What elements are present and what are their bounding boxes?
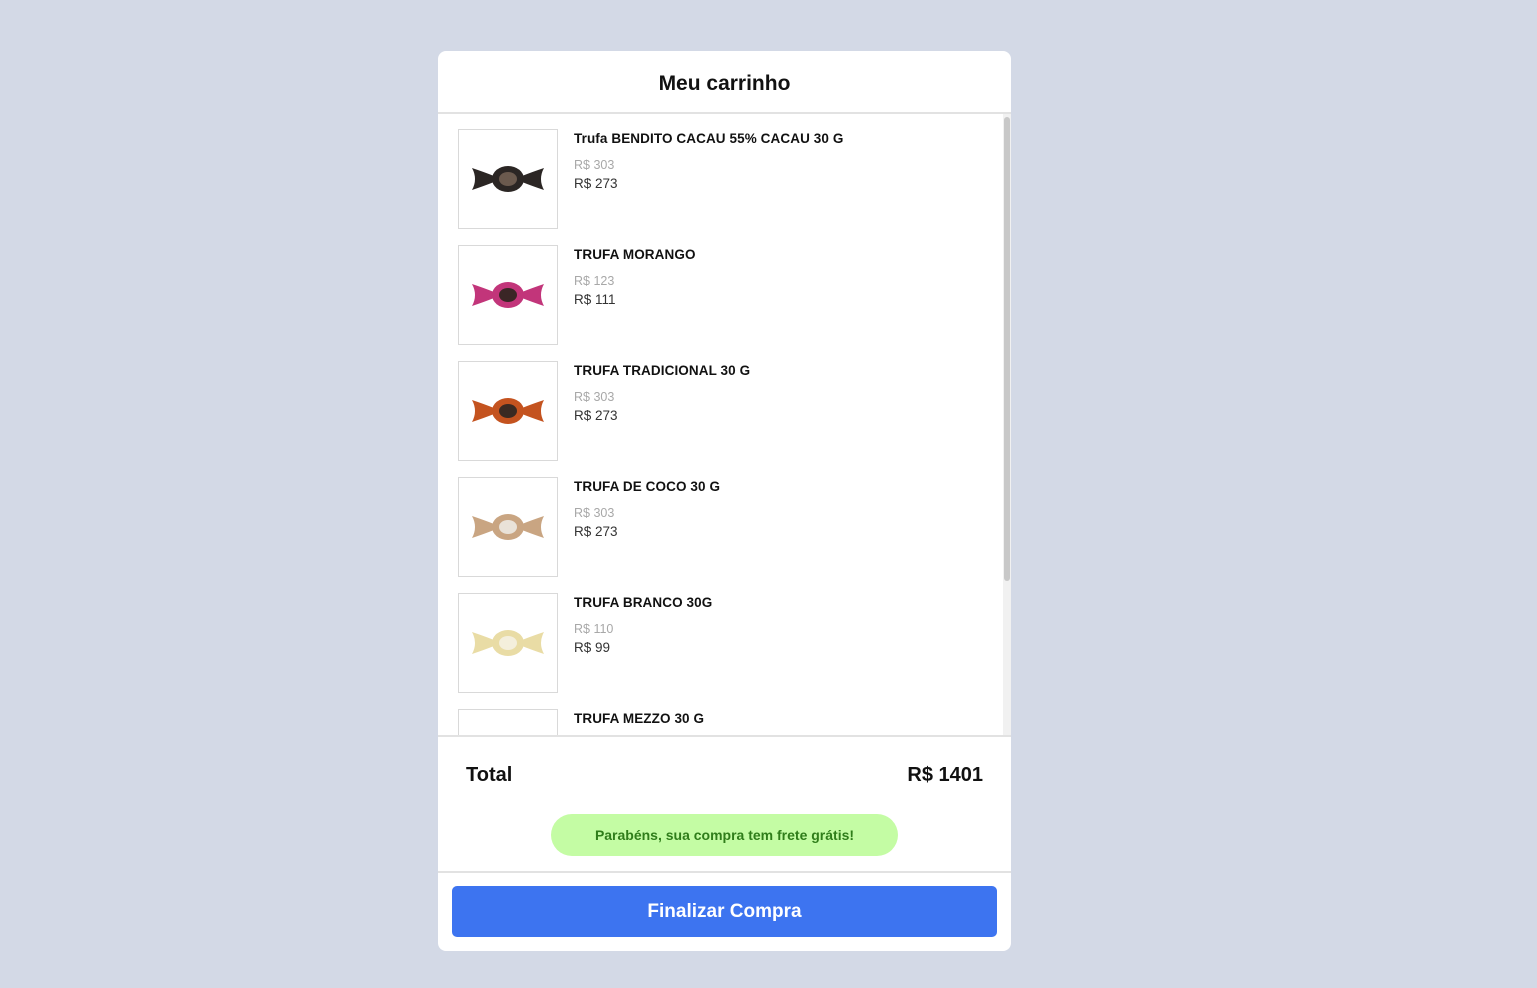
cart-panel: Meu carrinho Trufa BENDITO CACAU 55% CAC…: [438, 51, 1011, 951]
total-label: Total: [466, 764, 513, 786]
truffle-icon: [472, 514, 544, 540]
item-old-price: R$ 110: [574, 622, 614, 636]
item-name: Trufa BENDITO CACAU 55% CACAU 30 G: [574, 131, 844, 146]
item-info: TRUFA MEZZO 30 G: [574, 709, 705, 735]
item-name: TRUFA MORANGO: [574, 247, 696, 262]
item-info: TRUFA BRANCO 30G R$ 110 R$ 99: [574, 593, 712, 693]
item-price: R$ 99: [574, 640, 611, 655]
scrollbar-thumb[interactable]: [1004, 117, 1010, 581]
cart-item-list[interactable]: Trufa BENDITO CACAU 55% CACAU 30 G R$ 303…: [438, 114, 1011, 737]
cart-item: TRUFA BRANCO 30G R$ 110 R$ 99: [458, 593, 991, 693]
truffle-icon: [472, 398, 544, 424]
cart-item: TRUFA MEZZO 30 G: [458, 709, 991, 735]
item-name: TRUFA BRANCO 30G: [574, 595, 713, 610]
product-image: [458, 245, 558, 345]
truffle-icon: [472, 282, 544, 308]
cart-item: TRUFA MORANGO R$ 123 R$ 111: [458, 245, 991, 345]
item-info: TRUFA MORANGO R$ 123 R$ 111: [574, 245, 696, 345]
item-old-price: R$ 123: [574, 274, 615, 288]
checkout-button[interactable]: Finalizar Compra: [452, 886, 997, 937]
totals-section: Total R$ 1401 Parabéns, sua compra tem f…: [438, 737, 1011, 873]
truffle-icon: [472, 166, 544, 192]
cart-title: Meu carrinho: [658, 71, 791, 95]
product-image: [458, 593, 558, 693]
item-price: R$ 273: [574, 176, 618, 191]
scrollbar[interactable]: [1003, 114, 1011, 735]
item-old-price: R$ 303: [574, 390, 615, 404]
item-name: TRUFA TRADICIONAL 30 G: [574, 363, 751, 378]
item-info: TRUFA TRADICIONAL 30 G R$ 303 R$ 273: [574, 361, 750, 461]
item-price: R$ 111: [574, 292, 616, 307]
checkout-area: Finalizar Compra: [438, 873, 1011, 950]
item-old-price: R$ 303: [574, 506, 615, 520]
cart-item: TRUFA DE COCO 30 G R$ 303 R$ 273: [458, 477, 991, 577]
product-image: [458, 709, 558, 735]
cart-item: Trufa BENDITO CACAU 55% CACAU 30 G R$ 303…: [458, 129, 991, 229]
cart-item: TRUFA TRADICIONAL 30 G R$ 303 R$ 273: [458, 361, 991, 461]
product-image: [458, 361, 558, 461]
item-name: TRUFA MEZZO 30 G: [574, 711, 705, 726]
truffle-icon: [472, 630, 544, 656]
cart-header: Meu carrinho: [438, 51, 1011, 114]
item-price: R$ 273: [574, 408, 618, 423]
item-old-price: R$ 303: [574, 158, 615, 172]
total-value: R$ 1401: [907, 764, 983, 786]
free-shipping-badge: Parabéns, sua compra tem frete grátis!: [551, 814, 898, 856]
product-image: [458, 129, 558, 229]
item-info: TRUFA DE COCO 30 G R$ 303 R$ 273: [574, 477, 720, 577]
item-name: TRUFA DE COCO 30 G: [574, 479, 721, 494]
item-price: R$ 273: [574, 524, 618, 539]
cart-items: Trufa BENDITO CACAU 55% CACAU 30 G R$ 303…: [438, 114, 1011, 735]
item-info: Trufa BENDITO CACAU 55% CACAU 30 G R$ 303…: [574, 129, 843, 229]
product-image: [458, 477, 558, 577]
